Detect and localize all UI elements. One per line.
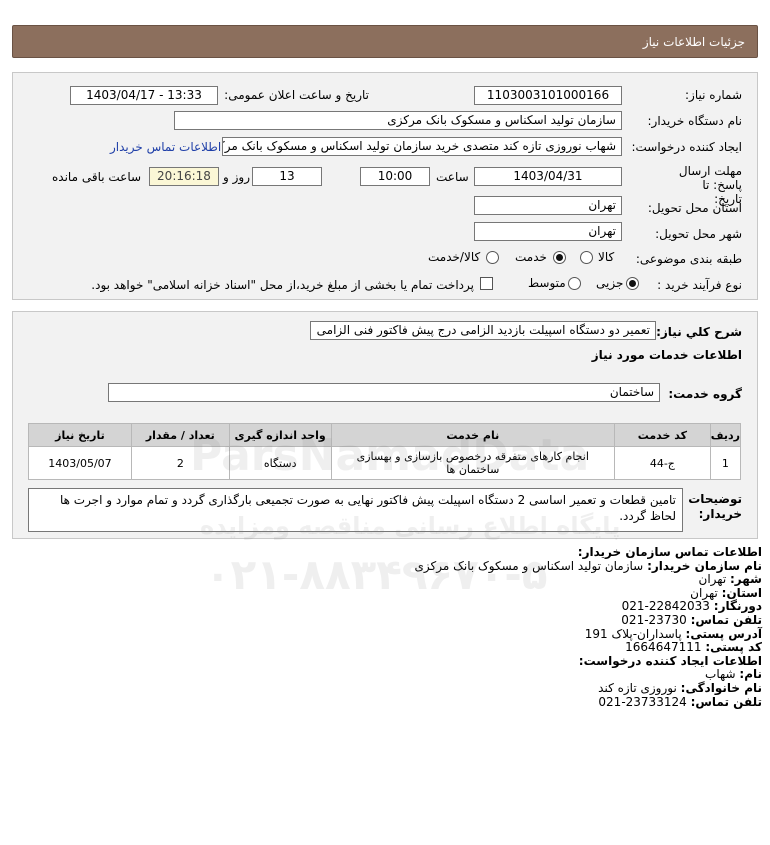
summary-label: شرح کلي نياز: [656,325,742,339]
col-row: ردیف [709,423,742,447]
cell-unit: دستگاه [228,446,332,480]
buyer-notes-field[interactable]: تامین قطعات و تعمیر اساسی 2 دستگاه اسپیل… [28,488,683,532]
radio-icon[interactable] [580,251,593,264]
buyer-org-field[interactable]: سازمان تولید اسکناس و مسکوک بانک مرکزی [174,111,622,130]
contact-fax: دورنگار: 22842033-021 [621,599,762,614]
cell-qty: 2 [130,446,230,480]
contact-org-name: نام سازمان خریدار: سازمان تولید اسکناس و… [414,558,762,573]
contact-city: شهر: تهران [698,572,762,587]
contact-phone: تلفن تماس: 23730-021 [621,612,762,627]
contact-org-title: اطلاعات تماس سازمان خریدار: [577,545,762,559]
services-title: اطلاعات خدمات مورد نیاز [591,348,742,362]
remaining-label: ساعت باقی مانده [52,170,142,184]
cell-code: ج-44 [613,446,711,480]
category-option-goods[interactable]: کالا [580,250,626,266]
radio-selected-icon[interactable] [626,277,639,290]
cell-name: انجام کارهای متفرقه درخصوص بازسازی و بهس… [330,446,615,480]
buyer-org-label: نام دستگاه خریدار: [647,114,743,128]
contact-first-name: نام: شهاب [705,667,762,682]
need-number-field[interactable]: 1103003101000166 [474,86,622,105]
cell-date: 1403/05/07 [28,446,132,480]
process-option-medium[interactable]: متوسط [528,276,588,292]
contact-last-name: نام خانوادگی: نوروزی تازه کند [598,680,762,695]
col-qty: تعداد / مقدار [130,423,230,447]
category-label: طبقه بندی موضوعی: [635,252,742,266]
services-table: ردیف کد خدمت نام خدمت واحد اندازه گیری ت… [28,423,742,480]
table-row: 1 ج-44 انجام کارهای متفرقه درخصوص بازساز… [28,446,742,480]
city-field[interactable]: تهران [474,222,622,241]
radio-selected-icon[interactable] [553,251,566,264]
col-unit: واحد اندازه گیری [228,423,332,447]
province-label: استان محل تحویل: [647,201,742,215]
contact-section: اطلاعات تماس سازمان خریدار: نام سازمان خ… [414,545,762,709]
buyer-contact-link[interactable]: اطلاعات تماس خریدار [110,140,221,154]
contact-province: استان: تهران [690,585,762,600]
days-field[interactable]: 13 [252,167,322,186]
contact-creator-phone: تلفن تماس: 23733124-021 [598,694,762,709]
col-code: کد خدمت [613,423,711,447]
process-label: نوع فرآیند خرید : [657,278,742,292]
remaining-time-field: 20:16:18 [149,167,219,186]
buyer-notes-label: توضیحات خریدار: [688,492,742,521]
service-group-label: گروه خدمت: [668,387,742,401]
announce-label: تاریخ و ساعت اعلان عمومی: [224,88,369,102]
col-date: تاریخ نیاز [28,423,132,447]
province-field[interactable]: تهران [474,196,622,215]
col-name: نام خدمت [330,423,615,447]
category-option-service[interactable]: خدمت [515,250,575,266]
radio-icon[interactable] [486,251,499,264]
process-option-minor[interactable]: جزیی [596,276,644,292]
city-label: شهر محل تحویل: [655,227,742,241]
treasury-payment-checkbox[interactable] [480,277,493,290]
summary-field[interactable]: تعمیر دو دستگاه اسپیلت بازدید الزامی درج… [310,321,656,340]
deadline-label: مهلت ارسال پاسخ: تا تاریخ: [678,164,742,206]
contact-address: آدرس پستی: پاسداران-پلاک 191 [584,626,762,641]
category-option-goods-service[interactable]: کالا/خدمت [428,250,510,266]
contact-creator-title: اطلاعات ایجاد کننده درخواست: [578,653,762,668]
page-title: جزئیات اطلاعات نیاز [642,35,745,49]
cell-row: 1 [709,446,742,480]
radio-icon[interactable] [568,277,581,290]
contact-postal: کد پستی: 1664647111 [625,640,762,655]
creator-label: ایجاد کننده درخواست: [631,140,742,154]
need-number-label: شماره نیاز: [685,88,742,102]
days-label: روز و [223,170,250,184]
payment-note: پرداخت تمام یا بخشی از مبلغ خرید،از محل … [91,278,474,292]
deadline-time-field[interactable]: 10:00 [360,167,430,186]
deadline-date-field[interactable]: 1403/04/31 [474,167,622,186]
service-group-field[interactable]: ساختمان [108,383,660,402]
announce-field[interactable]: 1403/04/17 - 13:33 [70,86,218,105]
page-header: جزئیات اطلاعات نیاز [12,25,758,58]
deadline-time-label: ساعت [436,170,469,184]
table-header-row: ردیف کد خدمت نام خدمت واحد اندازه گیری ت… [28,423,742,447]
creator-field[interactable]: شهاب نوروزی تازه کند متصدی خرید سازمان ت… [222,137,622,156]
